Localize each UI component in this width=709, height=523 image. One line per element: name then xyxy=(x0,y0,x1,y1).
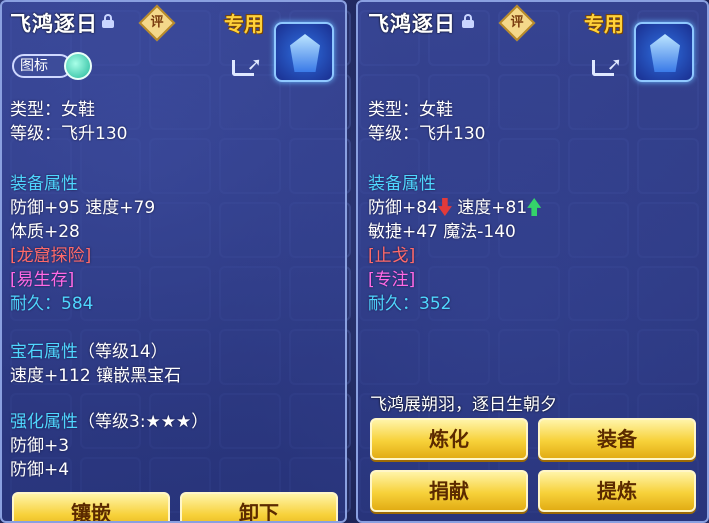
inlay-button[interactable]: 镶嵌 xyxy=(12,492,170,521)
durability-label: 耐久： xyxy=(368,294,419,314)
gem-level: （等级14） xyxy=(78,342,168,362)
equip-attr-line: 防御+84 速度+81 xyxy=(368,196,699,220)
share-icon[interactable]: ➚ xyxy=(592,54,622,78)
level-line: 等级：飞升130 xyxy=(10,124,128,144)
donate-button[interactable]: 捐献 xyxy=(370,470,528,512)
rate-badge-icon[interactable]: 评 xyxy=(498,4,536,42)
enhance-line: 防御+4 xyxy=(10,460,70,480)
exclusive-label: 专用 xyxy=(224,12,264,36)
toggle-knob xyxy=(64,52,92,80)
type-line: 类型：女鞋 xyxy=(10,100,95,120)
equip-attr-line: 防御+95 速度+79 xyxy=(10,198,156,218)
equipment-shoes-icon xyxy=(634,22,694,82)
durability-value: 352 xyxy=(419,294,452,314)
speed-stat: 速度+81 xyxy=(457,198,528,218)
durability-row: 耐久：352 xyxy=(368,292,699,316)
arrow-down-icon xyxy=(437,198,452,216)
equipment-shoes-icon xyxy=(274,22,334,82)
enhance-level: （等级3:★★★） xyxy=(78,412,209,432)
item-motto: 飞鸿展朔羽，逐日生朝夕 xyxy=(370,395,557,415)
special-effect: [止戈] xyxy=(368,246,416,266)
gem-line: 速度+112 镶嵌黑宝石 xyxy=(10,366,182,386)
rate-badge-icon[interactable]: 评 xyxy=(138,4,176,42)
refine-button[interactable]: 炼化 xyxy=(370,418,528,460)
durability-row: 耐久：584 xyxy=(10,292,337,316)
icon-toggle[interactable]: 图标 xyxy=(12,52,92,80)
lock-icon[interactable] xyxy=(462,14,474,28)
equip-attr-header: 装备属性 xyxy=(10,174,78,194)
special-skill: [专注] xyxy=(368,270,416,290)
equip-attr-line: 体质+28 xyxy=(10,222,80,242)
special-effect: [龙窟探险] xyxy=(10,246,92,266)
equipped-item-panel: 飞鸿逐日 评 专用 ➚ 图标 类型：女鞋 等级：飞升130 装备属性 防御+95… xyxy=(0,0,347,523)
arrow-up-icon xyxy=(527,198,542,216)
equip-button[interactable]: 装备 xyxy=(538,418,696,460)
item-title: 飞鸿逐日 xyxy=(368,12,456,36)
extract-button[interactable]: 提炼 xyxy=(538,470,696,512)
equip-attr-line: 敏捷+47 魔法-140 xyxy=(368,222,516,242)
share-icon[interactable]: ➚ xyxy=(232,54,262,78)
compare-item-panel: 飞鸿逐日 评 专用 ➚ 类型：女鞋 等级：飞升130 装备属性 防御+84 速度… xyxy=(356,0,709,523)
exclusive-label: 专用 xyxy=(584,12,624,36)
type-line: 类型：女鞋 xyxy=(368,100,453,120)
defense-stat: 防御+84 xyxy=(368,198,438,218)
gem-header-row: 宝石属性（等级14） xyxy=(10,340,337,364)
item-title: 飞鸿逐日 xyxy=(10,12,98,36)
enhance-header: 强化属性 xyxy=(10,412,78,432)
unequip-button[interactable]: 卸下 xyxy=(180,492,338,521)
special-skill: [易生存] xyxy=(10,270,75,290)
equip-attr-header: 装备属性 xyxy=(368,174,436,194)
level-line: 等级：飞升130 xyxy=(368,124,486,144)
enhance-header-row: 强化属性（等级3:★★★） xyxy=(10,410,337,434)
durability-label: 耐久： xyxy=(10,294,61,314)
enhance-line: 防御+3 xyxy=(10,436,70,456)
durability-value: 584 xyxy=(61,294,94,314)
lock-icon[interactable] xyxy=(102,14,114,28)
gem-header: 宝石属性 xyxy=(10,342,78,362)
icon-toggle-label: 图标 xyxy=(12,54,72,78)
